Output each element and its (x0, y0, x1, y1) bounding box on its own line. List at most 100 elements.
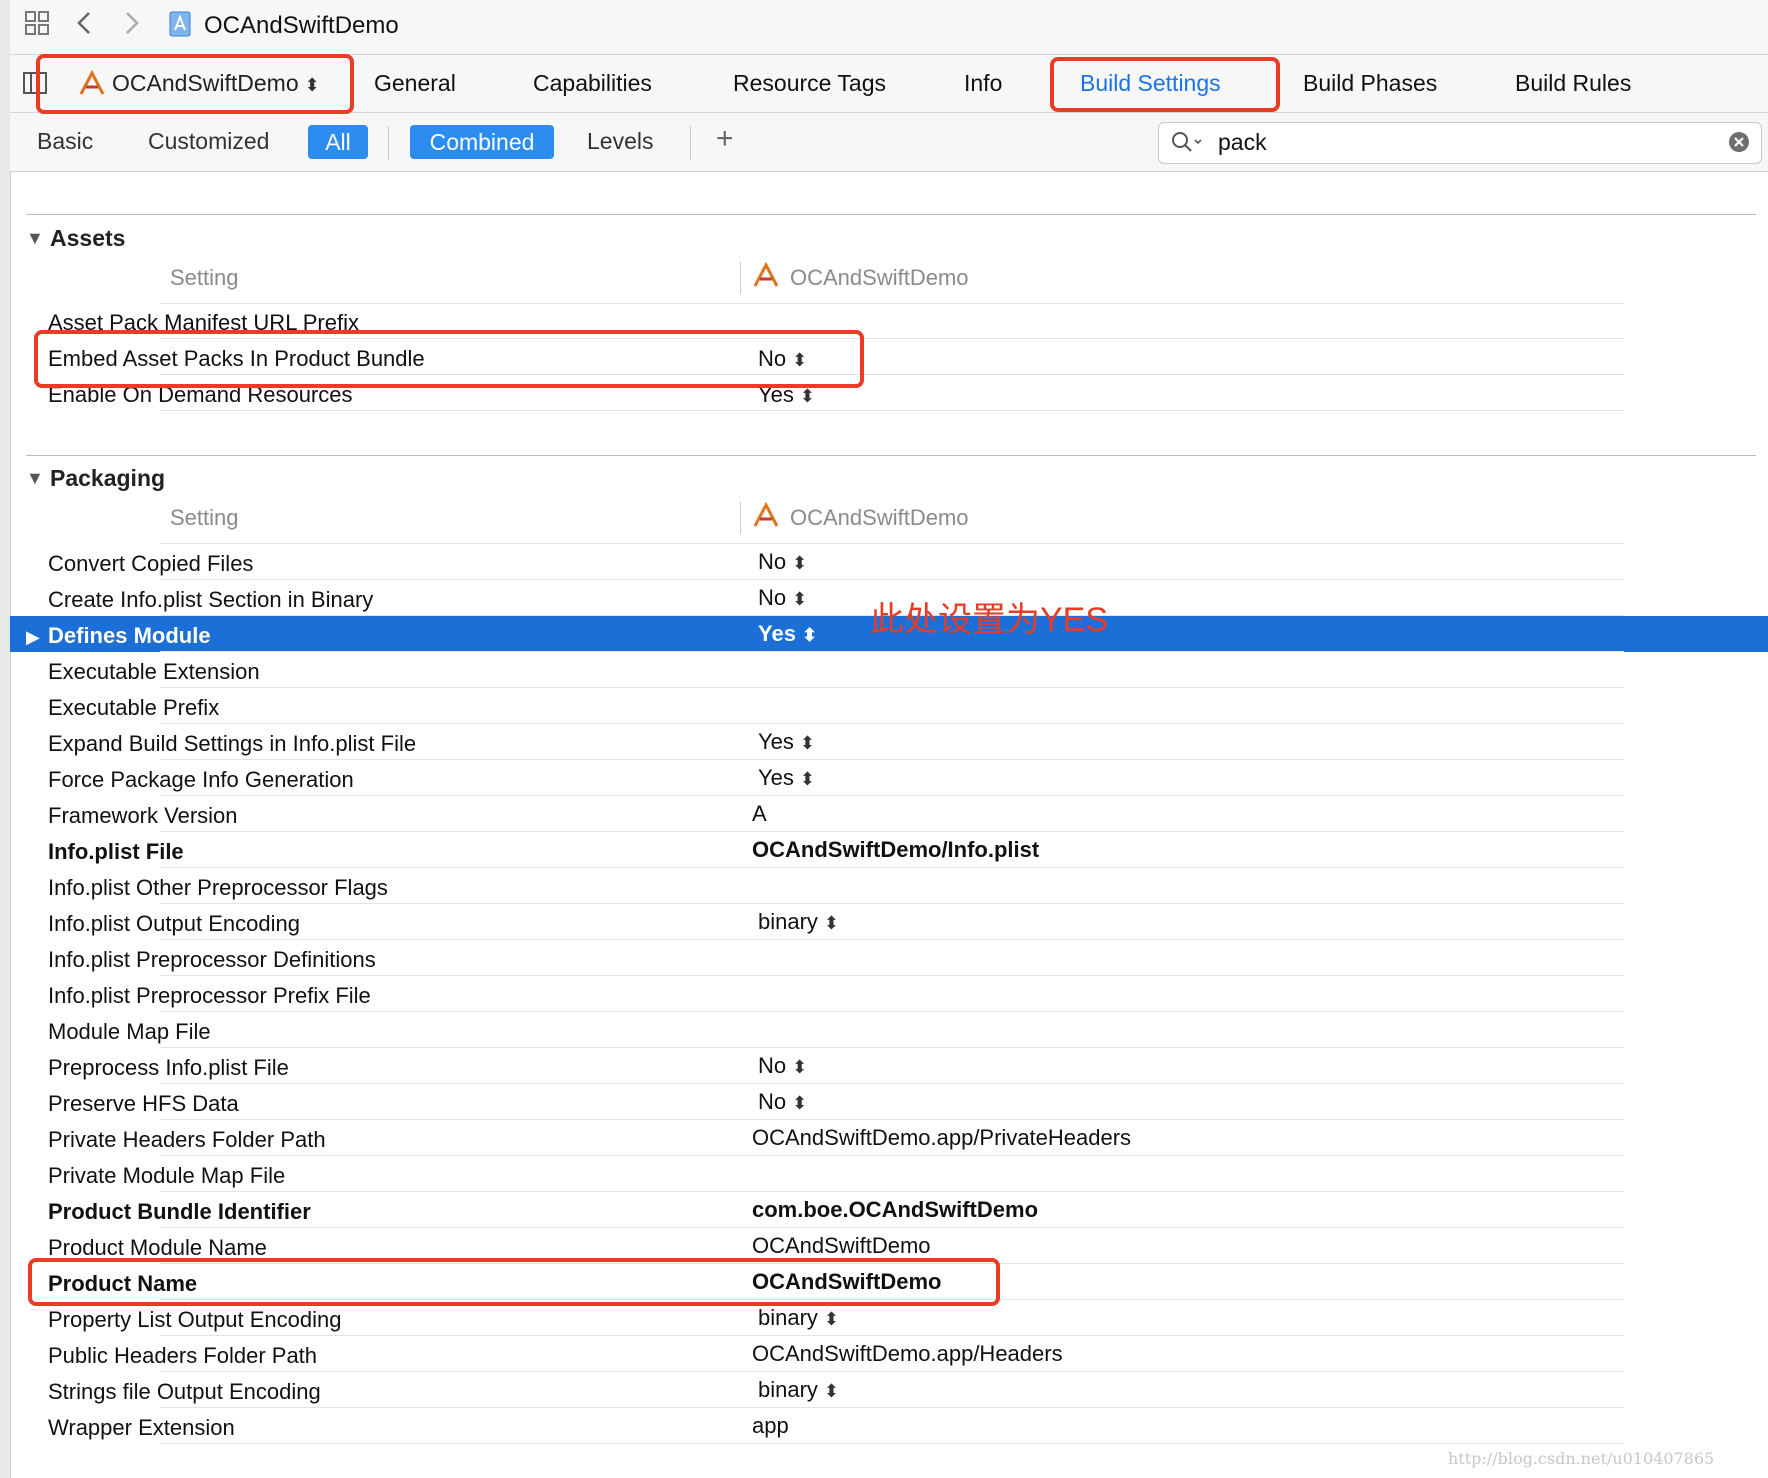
project-title[interactable]: OCAndSwiftDemo (204, 12, 399, 40)
setting-name[interactable]: Strings file Output Encoding (48, 1379, 321, 1405)
row-separator (160, 1443, 1624, 1444)
setting-value-popup[interactable]: Yes ⬍ (758, 621, 817, 647)
setting-name[interactable]: Info.plist Other Preprocessor Flags (48, 875, 388, 901)
row-separator (160, 1191, 1624, 1192)
column-divider (740, 502, 741, 534)
setting-name[interactable]: Preserve HFS Data (48, 1091, 239, 1117)
column-header-setting: Setting (170, 265, 239, 290)
highlight-embed-asset-packs (34, 330, 864, 388)
target-app-icon (752, 501, 780, 533)
row-separator (160, 543, 1624, 544)
setting-name[interactable]: Force Package Info Generation (48, 767, 354, 793)
setting-value: No (758, 1053, 787, 1078)
setting-name[interactable]: Defines Module (48, 623, 211, 649)
setting-value-popup[interactable]: No ⬍ (758, 549, 807, 575)
row-separator (160, 651, 1624, 652)
setting-name[interactable]: Private Headers Folder Path (48, 1127, 326, 1153)
related-items-grid-icon[interactable] (24, 10, 50, 43)
setting-value-field[interactable]: app (752, 1413, 789, 1439)
filter-customized[interactable]: Customized (148, 128, 269, 155)
highlight-product-name (28, 1258, 1000, 1306)
disclosure-open-icon[interactable]: ▼ (26, 468, 44, 489)
setting-value-popup[interactable]: binary ⬍ (758, 1305, 839, 1331)
setting-value: OCAndSwiftDemo (752, 1233, 931, 1258)
setting-name[interactable]: Expand Build Settings in Info.plist File (48, 731, 416, 757)
stepper-icon: ⬍ (792, 553, 808, 573)
filter-levels[interactable]: Levels (587, 128, 653, 155)
setting-name[interactable]: Product Bundle Identifier (48, 1199, 311, 1225)
stepper-icon: ⬍ (792, 1093, 808, 1113)
setting-name[interactable]: Info.plist Preprocessor Prefix File (48, 983, 371, 1009)
setting-value-popup[interactable]: No ⬍ (758, 1089, 807, 1115)
section-title-packaging: Packaging (50, 465, 166, 491)
section-title-assets: Assets (50, 225, 126, 251)
row-separator (160, 939, 1624, 940)
setting-value-popup[interactable]: Yes ⬍ (758, 765, 815, 791)
column-header-target: OCAndSwiftDemo (790, 265, 969, 290)
disclosure-closed-icon[interactable]: ▶ (26, 627, 40, 648)
setting-value-field[interactable]: com.boe.OCAndSwiftDemo (752, 1197, 1038, 1223)
row-separator (160, 410, 1624, 411)
setting-value: binary (758, 909, 818, 934)
setting-name[interactable]: Preprocess Info.plist File (48, 1055, 289, 1081)
tab-info[interactable]: Info (964, 70, 1002, 97)
row-separator (160, 723, 1624, 724)
setting-value-popup[interactable]: No ⬍ (758, 585, 807, 611)
setting-value-field[interactable]: OCAndSwiftDemo.app/PrivateHeaders (752, 1125, 1131, 1151)
row-separator (160, 975, 1624, 976)
setting-name[interactable]: Info.plist File (48, 839, 184, 865)
filter-separator (388, 126, 389, 160)
section-divider (26, 455, 1756, 456)
tab-general[interactable]: General (374, 70, 456, 97)
highlight-build-settings-tab (1050, 57, 1280, 112)
setting-value-field[interactable]: A (752, 801, 767, 827)
row-separator (160, 1371, 1624, 1372)
setting-name[interactable]: Property List Output Encoding (48, 1307, 342, 1333)
setting-name[interactable]: Executable Prefix (48, 695, 219, 721)
left-edge-strip (0, 0, 11, 1478)
setting-value-field[interactable]: OCAndSwiftDemo (752, 1233, 931, 1259)
setting-value-popup[interactable]: binary ⬍ (758, 1377, 839, 1403)
filter-basic[interactable]: Basic (37, 128, 93, 155)
setting-name[interactable]: Info.plist Preprocessor Definitions (48, 947, 376, 973)
setting-value-field[interactable]: OCAndSwiftDemo/Info.plist (752, 837, 1039, 863)
row-separator (160, 831, 1624, 832)
setting-name[interactable]: Executable Extension (48, 659, 260, 685)
search-input[interactable]: pack (1218, 129, 1267, 156)
watermark: http://blog.csdn.net/u010407865 (1448, 1449, 1715, 1468)
setting-name[interactable]: Info.plist Output Encoding (48, 911, 300, 937)
setting-value-popup[interactable]: Yes ⬍ (758, 729, 815, 755)
project-file-icon (168, 10, 194, 45)
tab-resource-tags[interactable]: Resource Tags (733, 70, 886, 97)
clear-search-icon[interactable] (1728, 131, 1750, 158)
setting-name[interactable]: Wrapper Extension (48, 1415, 235, 1441)
setting-name[interactable]: Framework Version (48, 803, 238, 829)
setting-value-popup[interactable]: No ⬍ (758, 1053, 807, 1079)
disclosure-open-icon[interactable]: ▼ (26, 228, 44, 249)
stepper-icon: ⬍ (823, 1381, 840, 1401)
add-setting-button[interactable]: + (716, 122, 734, 156)
setting-name[interactable]: Create Info.plist Section in Binary (48, 587, 373, 613)
filter-all[interactable]: All (308, 125, 368, 159)
back-chevron-icon[interactable] (76, 10, 92, 43)
highlight-target-selector (36, 54, 354, 114)
forward-chevron-icon[interactable] (124, 10, 140, 43)
setting-value-field[interactable]: OCAndSwiftDemo.app/Headers (752, 1341, 1063, 1367)
row-separator (160, 867, 1624, 868)
row-separator (160, 795, 1624, 796)
row-separator (160, 303, 1624, 304)
filter-combined[interactable]: Combined (410, 125, 554, 159)
setting-name[interactable]: Public Headers Folder Path (48, 1343, 317, 1369)
setting-name[interactable]: Private Module Map File (48, 1163, 285, 1189)
setting-name[interactable]: Module Map File (48, 1019, 211, 1045)
setting-value: No (758, 549, 787, 574)
tab-build-phases[interactable]: Build Phases (1303, 70, 1437, 97)
setting-value: app (752, 1413, 789, 1438)
tab-build-rules[interactable]: Build Rules (1515, 70, 1631, 97)
setting-value: binary (758, 1377, 818, 1402)
row-separator (160, 1227, 1624, 1228)
row-separator (160, 1011, 1624, 1012)
setting-value-popup[interactable]: binary ⬍ (758, 909, 839, 935)
setting-name[interactable]: Convert Copied Files (48, 551, 253, 577)
tab-capabilities[interactable]: Capabilities (533, 70, 652, 97)
